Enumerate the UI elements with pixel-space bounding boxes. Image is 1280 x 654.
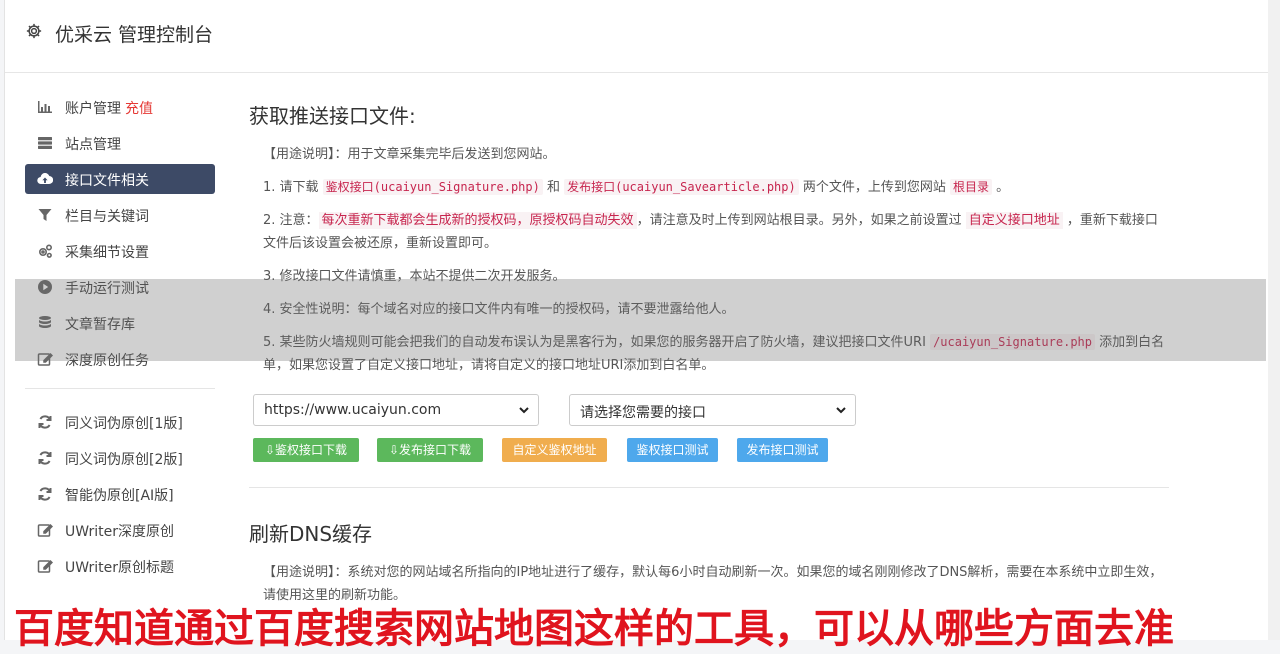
chevron-down-icon [836, 407, 846, 414]
sidebar-item-columns-keywords[interactable]: 栏目与关键词 [25, 200, 215, 230]
note-1: 1. 请下载 鉴权接口(ucaiyun_Signature.php) 和 发布接… [263, 179, 1010, 195]
overlay-caption: 百度知道通过百度搜索网站地图这样的工具，可以从哪些方面去准 [14, 606, 1174, 652]
sidebar-item-uwriter-title[interactable]: UWriter原创标题 [25, 551, 215, 581]
sidebar-item-api-files[interactable]: 接口文件相关 [25, 164, 215, 194]
sidebar-item-label: 采集细节设置 [65, 245, 149, 261]
page-title: 优采云 管理控制台 [55, 24, 214, 46]
recharge-link[interactable]: 充值 [125, 101, 153, 117]
refresh-icon [38, 415, 52, 429]
sidebar-item-label: 同义词伪原创[2版] [65, 452, 183, 468]
section-divider [249, 487, 1169, 488]
section-title-api-files: 获取推送接口文件: [249, 104, 416, 128]
sidebar-item-collect-settings[interactable]: 采集细节设置 [25, 236, 215, 266]
sidebar-item-label: 智能伪原创[AI版] [65, 488, 174, 504]
scrollbar[interactable] [1268, 0, 1280, 640]
gears-icon [38, 244, 53, 258]
publish-test-button[interactable]: 发布接口测试 [737, 438, 828, 462]
api-select[interactable]: 请选择您需要的接口 [569, 394, 856, 426]
auth-download-button[interactable]: ⇩鉴权接口下载 [253, 438, 359, 462]
chevron-down-icon [519, 407, 529, 414]
auth-test-button[interactable]: 鉴权接口测试 [627, 438, 718, 462]
refresh-icon [38, 487, 52, 501]
download-icon: ⇩ [264, 443, 276, 457]
sidebar-item-label: UWriter深度原创 [65, 524, 174, 540]
sidebar-item-label: 接口文件相关 [65, 173, 149, 189]
sidebar-item-sites[interactable]: 站点管理 [25, 128, 215, 158]
filter-icon [38, 209, 52, 221]
sidebar-item-label: 账户管理 [65, 101, 121, 117]
sidebar-item-synonym-v2[interactable]: 同义词伪原创[2版] [25, 443, 215, 473]
note-2: 2. 注意： 每次重新下载都会生成新的授权码，原授权码自动失效 ，请注意及时上传到网… [263, 212, 1158, 251]
bar-chart-icon [38, 101, 52, 113]
sidebar-item-account[interactable]: 账户管理 充值 [25, 92, 215, 122]
usage-text: 【用途说明】：用于文章采集完毕后发送到您网站。 [263, 147, 556, 162]
download-icon: ⇩ [388, 443, 400, 457]
sidebar-item-uwriter-deep[interactable]: UWriter深度原创 [25, 515, 215, 545]
sidebar-item-label: UWriter原创标题 [65, 560, 174, 576]
sidebar-item-label: 栏目与关键词 [65, 209, 149, 225]
cloud-upload-icon [37, 173, 53, 185]
sidebar-divider [25, 388, 215, 389]
custom-auth-button[interactable]: 自定义鉴权地址 [502, 438, 607, 462]
sidebar-item-ai-rewrite[interactable]: 智能伪原创[AI版] [25, 479, 215, 509]
gray-overlay-band [15, 279, 1266, 361]
server-icon [38, 137, 52, 149]
sidebar-item-synonym-v1[interactable]: 同义词伪原创[1版] [25, 407, 215, 437]
gear-icon [26, 23, 42, 39]
site-select[interactable]: https://www.ucaiyun.com [253, 394, 539, 426]
edit-icon [37, 559, 53, 573]
refresh-icon [38, 451, 52, 465]
publish-download-button[interactable]: ⇩发布接口下载 [377, 438, 483, 462]
edit-icon [37, 523, 53, 537]
top-bar: 优采云 管理控制台 [5, 0, 1269, 73]
section-title-dns: 刷新DNS缓存 [249, 522, 373, 546]
sidebar-item-label: 同义词伪原创[1版] [65, 416, 183, 432]
sidebar-item-label: 站点管理 [65, 137, 121, 153]
